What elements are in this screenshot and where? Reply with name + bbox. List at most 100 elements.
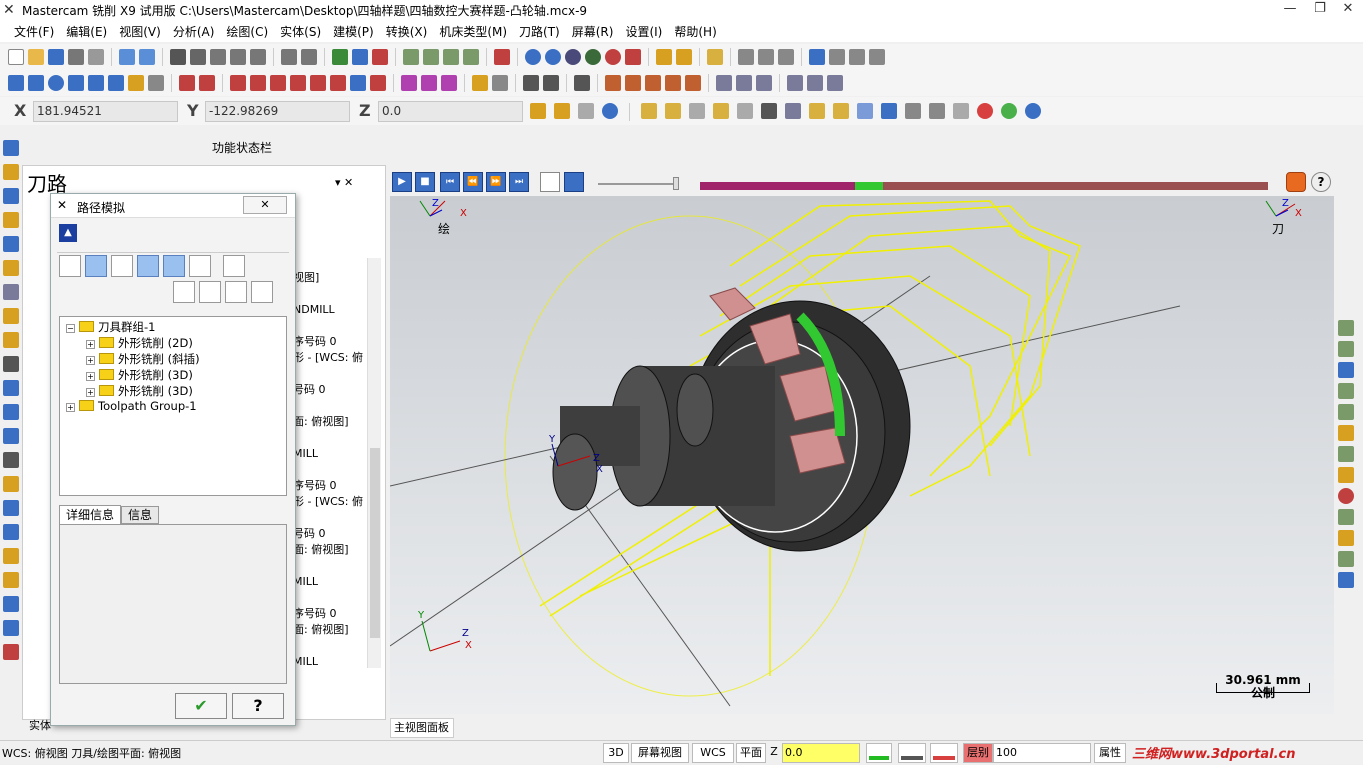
zoom-window-icon[interactable]: [210, 49, 226, 65]
plane-button[interactable]: 平面: [736, 743, 766, 763]
print-preview-icon[interactable]: [88, 49, 104, 65]
right-tool-13-icon[interactable]: [1338, 572, 1354, 588]
pencil2-icon[interactable]: [676, 49, 692, 65]
tool6-icon[interactable]: [827, 75, 843, 91]
spline-icon[interactable]: [108, 75, 124, 91]
tree-item[interactable]: + 外形铣削 (斜插): [86, 351, 200, 367]
grid-pattern-icon[interactable]: [421, 75, 437, 91]
shade-wire-icon[interactable]: [585, 49, 601, 65]
help-icon[interactable]: [602, 103, 618, 119]
list-item[interactable]: 序号码 0: [293, 479, 363, 495]
configure-icon[interactable]: [223, 255, 245, 277]
pencil-draft-icon[interactable]: [665, 75, 681, 91]
code-icon[interactable]: [829, 49, 845, 65]
menu-settings[interactable]: 设置(I): [619, 23, 668, 40]
fixture-icon[interactable]: [3, 572, 19, 588]
z-coordinate-field[interactable]: 0.0: [378, 101, 523, 122]
list-item[interactable]: 面: 俯视图]: [293, 415, 363, 447]
show-endpoints-icon[interactable]: [163, 255, 185, 277]
select4-icon[interactable]: [713, 103, 729, 119]
zoom-icon[interactable]: [250, 49, 266, 65]
label-icon[interactable]: [492, 75, 508, 91]
cube-icon[interactable]: [3, 452, 19, 468]
wcs-button[interactable]: WCS: [692, 743, 734, 763]
select-feature-icon[interactable]: [881, 103, 897, 119]
right-tool-5-icon[interactable]: [1338, 404, 1354, 420]
camera-icon[interactable]: [225, 281, 247, 303]
view-cplane-icon[interactable]: [352, 49, 368, 65]
pointer-icon[interactable]: [761, 103, 777, 119]
rectangle-icon[interactable]: [68, 75, 84, 91]
toolpath-tab-icon[interactable]: [3, 140, 19, 156]
brush-icon[interactable]: [707, 49, 723, 65]
wireframe-icon[interactable]: [173, 281, 195, 303]
undo-icon[interactable]: [119, 49, 135, 65]
solids-tab-icon[interactable]: [3, 164, 19, 180]
unzoom-icon[interactable]: [281, 49, 297, 65]
shade-red-icon[interactable]: [605, 49, 621, 65]
menu-help[interactable]: 帮助(H): [668, 23, 722, 40]
list-item[interactable]: 形 - [WCS: 俯: [293, 351, 363, 383]
print-icon[interactable]: [68, 49, 84, 65]
open-icon[interactable]: [28, 49, 44, 65]
menu-model[interactable]: 建模(P): [327, 23, 380, 40]
menu-edit[interactable]: 编辑(E): [60, 23, 113, 40]
analyze-icon[interactable]: [738, 49, 754, 65]
list-item[interactable]: 面: 俯视图]: [293, 623, 363, 655]
surface-icon[interactable]: [148, 75, 164, 91]
fix-icon[interactable]: [401, 75, 417, 91]
move-icon[interactable]: [3, 380, 19, 396]
right-tool-9-icon[interactable]: [1338, 488, 1354, 504]
front-view-icon[interactable]: [423, 49, 439, 65]
tree-item[interactable]: + Toolpath Group-1: [66, 399, 197, 413]
cross-icon[interactable]: [578, 103, 594, 119]
table-icon[interactable]: [605, 75, 621, 91]
no-shade-icon[interactable]: [625, 49, 641, 65]
gear-icon[interactable]: [809, 49, 825, 65]
align-icon[interactable]: [3, 428, 19, 444]
solid-icon[interactable]: [128, 75, 144, 91]
xform-rotate-icon[interactable]: [250, 75, 266, 91]
xform-scale-icon[interactable]: [290, 75, 306, 91]
cube-view-icon[interactable]: [494, 49, 510, 65]
recent-tab-icon[interactable]: [3, 260, 19, 276]
dimension-v-icon[interactable]: [543, 75, 559, 91]
step-forward-button[interactable]: ⏩: [486, 172, 506, 192]
level-field[interactable]: 100: [993, 743, 1091, 763]
remove-icon[interactable]: [3, 644, 19, 660]
right-tool-6-icon[interactable]: [1338, 425, 1354, 441]
dialog-close-button[interactable]: ✕: [243, 196, 287, 214]
vector-icon[interactable]: [929, 103, 945, 119]
xform-project-icon[interactable]: [330, 75, 346, 91]
right-view-icon[interactable]: [443, 49, 459, 65]
tool3-icon[interactable]: [756, 75, 772, 91]
tool5-icon[interactable]: [807, 75, 823, 91]
select3-icon[interactable]: [689, 103, 705, 119]
sphere-icon[interactable]: [545, 49, 561, 65]
trim-icon[interactable]: [179, 75, 195, 91]
trace-mode-icon[interactable]: [540, 172, 560, 192]
menu-machine-type[interactable]: 机床类型(M): [433, 23, 513, 40]
show-rapid-icon[interactable]: [137, 255, 159, 277]
fit-icon[interactable]: [170, 49, 186, 65]
close-button[interactable]: ✕: [1333, 0, 1363, 20]
step-back-button[interactable]: ⏪: [463, 172, 483, 192]
ruler-icon[interactable]: [625, 75, 641, 91]
view-normal-icon[interactable]: [372, 49, 388, 65]
forward-end-button[interactable]: ⏭: [509, 172, 529, 192]
solid-color-icon[interactable]: [930, 743, 958, 763]
sigma-icon[interactable]: [849, 49, 865, 65]
box-select-icon[interactable]: [737, 103, 753, 119]
xform-mirror-icon[interactable]: [270, 75, 286, 91]
right-tool-11-icon[interactable]: [1338, 530, 1354, 546]
pack-icon[interactable]: [3, 308, 19, 324]
z-depth-field[interactable]: 0.0: [782, 743, 860, 763]
lines-icon[interactable]: [199, 281, 221, 303]
right-tool-3-icon[interactable]: [1338, 362, 1354, 378]
shade-icon[interactable]: [565, 49, 581, 65]
list-item[interactable]: MILL: [293, 447, 363, 479]
box-icon[interactable]: [3, 332, 19, 348]
select-back-icon[interactable]: [905, 103, 921, 119]
menu-analyze[interactable]: 分析(A): [167, 23, 221, 40]
menu-view[interactable]: 视图(V): [113, 23, 167, 40]
